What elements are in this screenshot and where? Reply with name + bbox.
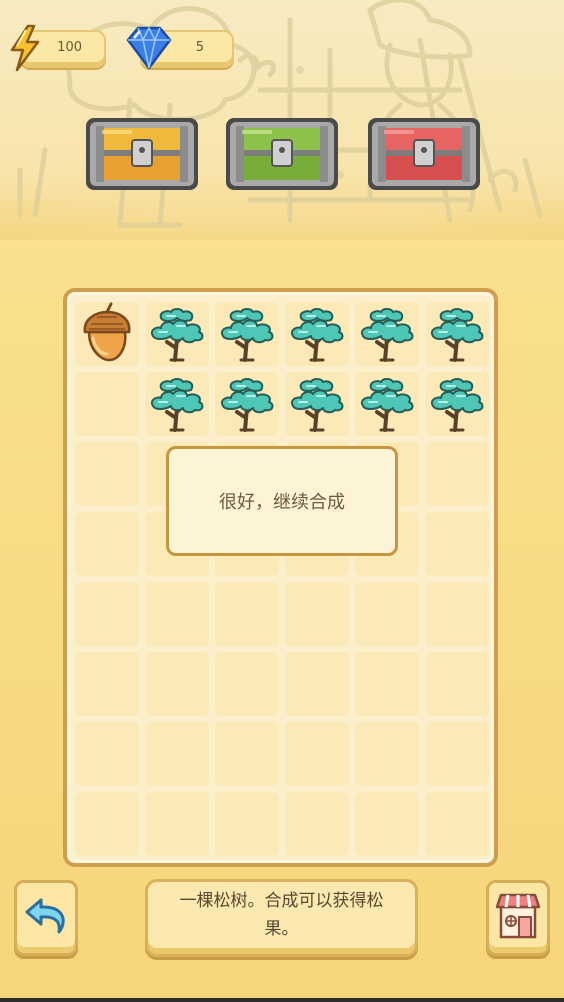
board-cell[interactable] — [215, 582, 279, 646]
board-cell[interactable] — [425, 582, 489, 646]
acorn-icon — [83, 302, 131, 362]
board-cell[interactable] — [145, 372, 209, 436]
board-cell[interactable] — [145, 582, 209, 646]
board-cell[interactable] — [355, 582, 419, 646]
merge-board — [63, 288, 498, 867]
pine-tree-icon — [361, 378, 414, 432]
pine-tree-icon — [151, 308, 204, 362]
board-cell[interactable] — [215, 372, 279, 436]
board-cell[interactable] — [355, 302, 419, 366]
shop-button[interactable] — [486, 880, 550, 956]
board-cell[interactable] — [355, 792, 419, 856]
board-cell[interactable] — [425, 372, 489, 436]
treasure-chest-icon — [368, 118, 480, 190]
bottom-edge — [0, 998, 564, 1002]
board-cell[interactable] — [75, 792, 139, 856]
board-cell[interactable] — [215, 302, 279, 366]
board-cell[interactable] — [285, 582, 349, 646]
pine-tree-icon — [151, 378, 204, 432]
diamond-icon — [126, 26, 172, 70]
board-cell[interactable] — [425, 512, 489, 576]
board-cell[interactable] — [355, 652, 419, 716]
board-cell[interactable] — [75, 652, 139, 716]
board-cell[interactable] — [425, 652, 489, 716]
board-cell[interactable] — [215, 722, 279, 786]
board-cell[interactable] — [425, 442, 489, 506]
board-cell[interactable] — [425, 792, 489, 856]
lightning-icon — [10, 24, 40, 72]
board-cell[interactable] — [75, 512, 139, 576]
chest-yellow[interactable] — [82, 110, 202, 194]
pine-tree-icon — [431, 378, 484, 432]
undo-arrow-icon — [25, 898, 65, 934]
gem-value: 5 — [195, 40, 204, 55]
item-description: 一棵松树。合成可以获得松果。 — [145, 879, 418, 957]
chest-green[interactable] — [222, 110, 342, 194]
board-cell[interactable] — [355, 722, 419, 786]
pine-tree-icon — [361, 308, 414, 362]
pine-tree-icon — [291, 378, 344, 432]
chest-red[interactable] — [364, 110, 484, 194]
board-cell[interactable] — [75, 302, 139, 366]
board-cell[interactable] — [355, 372, 419, 436]
item-description-text: 一棵松树。合成可以获得松果。 — [179, 891, 384, 939]
board-cell[interactable] — [75, 372, 139, 436]
pine-tree-icon — [221, 378, 274, 432]
pine-tree-icon — [291, 308, 344, 362]
board-cell[interactable] — [215, 652, 279, 716]
board-cell[interactable] — [145, 722, 209, 786]
pine-tree-icon — [221, 308, 274, 362]
treasure-chest-icon — [226, 118, 338, 190]
toast-message: 很好，继续合成 — [166, 446, 398, 556]
board-cell[interactable] — [285, 722, 349, 786]
board-cell[interactable] — [215, 792, 279, 856]
undo-button[interactable] — [14, 880, 78, 956]
board-cell[interactable] — [425, 722, 489, 786]
shop-icon — [495, 893, 541, 939]
toast-text: 很好，继续合成 — [219, 492, 345, 513]
board-cell[interactable] — [285, 302, 349, 366]
board-cell[interactable] — [285, 652, 349, 716]
energy-value: 100 — [57, 40, 82, 55]
board-cell[interactable] — [145, 792, 209, 856]
board-cell[interactable] — [425, 302, 489, 366]
board-cell[interactable] — [75, 582, 139, 646]
treasure-chest-icon — [86, 118, 198, 190]
board-cell[interactable] — [75, 722, 139, 786]
pine-tree-icon — [431, 308, 484, 362]
board-cell[interactable] — [145, 652, 209, 716]
board-cell[interactable] — [285, 792, 349, 856]
board-cell[interactable] — [285, 372, 349, 436]
board-cell[interactable] — [75, 442, 139, 506]
board-cell[interactable] — [145, 302, 209, 366]
